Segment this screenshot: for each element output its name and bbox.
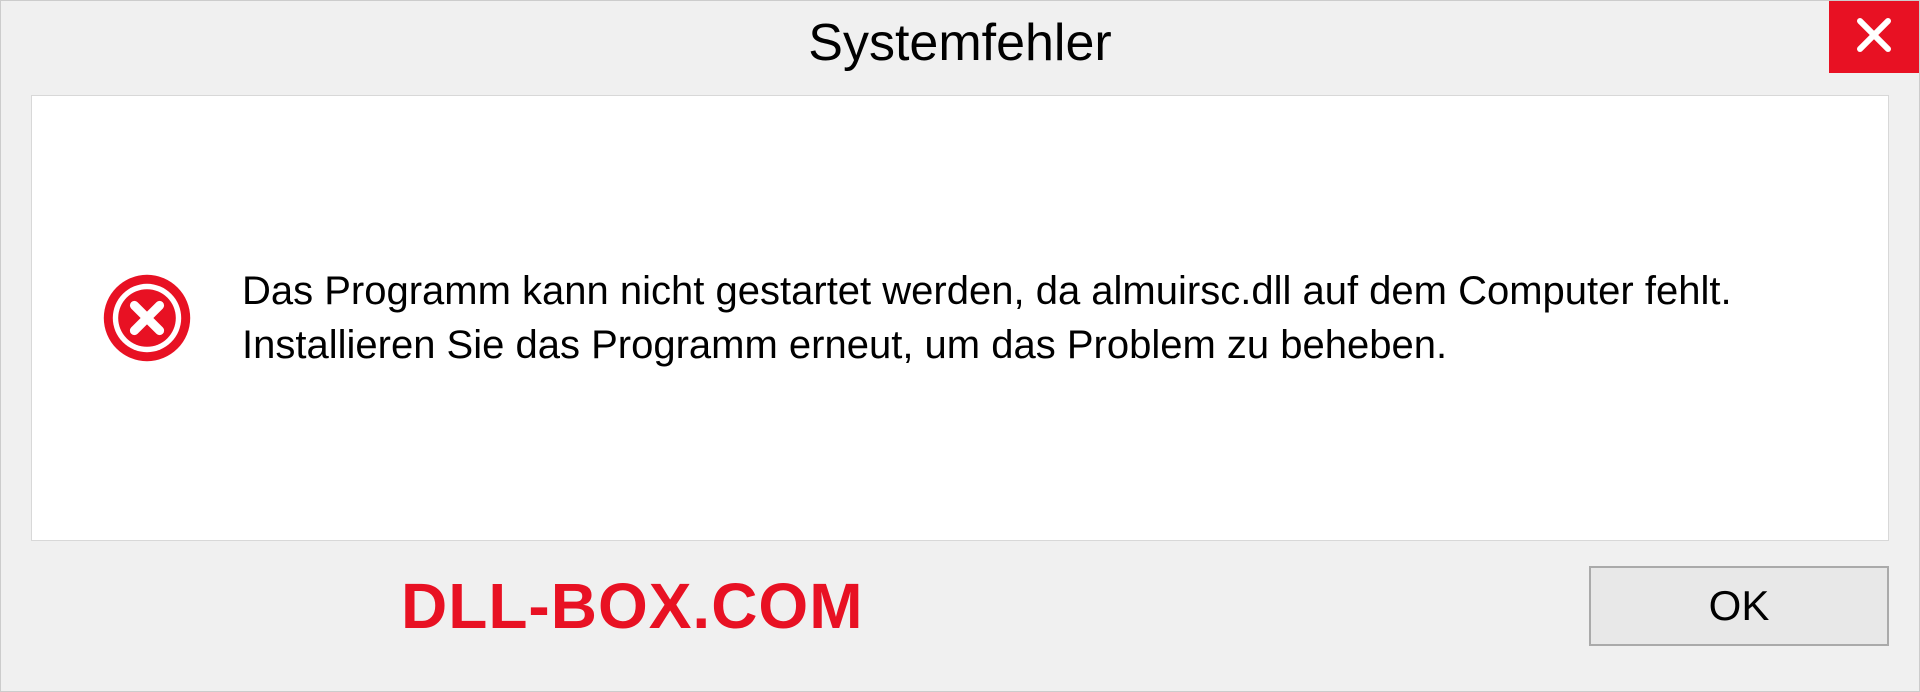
close-icon xyxy=(1854,15,1894,60)
error-icon xyxy=(102,273,192,363)
dialog-footer: DLL-BOX.COM OK xyxy=(1,561,1919,691)
close-button[interactable] xyxy=(1829,1,1919,73)
watermark-text: DLL-BOX.COM xyxy=(401,569,864,643)
error-message: Das Programm kann nicht gestartet werden… xyxy=(242,264,1818,372)
dialog-title: Systemfehler xyxy=(808,13,1111,73)
ok-button[interactable]: OK xyxy=(1589,566,1889,646)
titlebar: Systemfehler xyxy=(1,1,1919,87)
content-area: Das Programm kann nicht gestartet werden… xyxy=(31,95,1889,541)
error-dialog: Systemfehler Das Programm kann nicht ges… xyxy=(0,0,1920,692)
